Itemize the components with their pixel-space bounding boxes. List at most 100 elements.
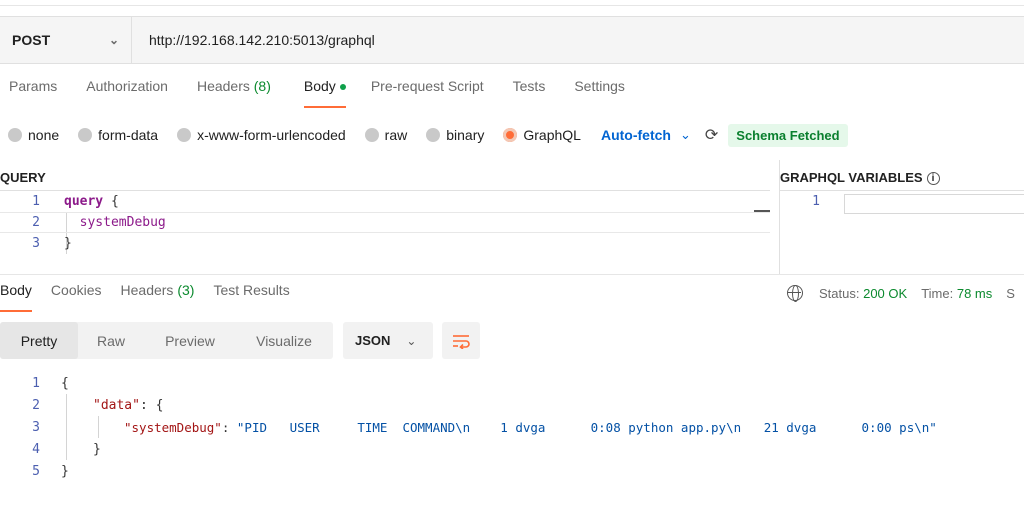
response-line: 5 }	[0, 460, 1024, 482]
section-divider	[0, 274, 1024, 275]
method-select[interactable]: POST ⌄	[0, 17, 132, 63]
radio-label: x-www-form-urlencoded	[197, 127, 346, 143]
radio-circle-icon	[78, 128, 93, 142]
radio-label: none	[28, 127, 60, 143]
radio-circle-icon	[177, 128, 192, 142]
query-line: 2 systemDebug	[0, 212, 770, 233]
json-brace: }	[61, 463, 69, 479]
url-bar: POST ⌄ http://192.168.142.210:5013/graph…	[0, 16, 1024, 64]
tab-label: Body	[303, 78, 336, 94]
tab-response-headers[interactable]: Headers (3)	[121, 282, 195, 312]
radio-binary[interactable]: binary	[426, 127, 484, 143]
response-line: 1 {	[0, 372, 1024, 394]
tab-tests[interactable]: Tests	[513, 78, 546, 108]
line-number: 2	[32, 215, 40, 230]
radio-x-www-form-urlencoded[interactable]: x-www-form-urlencoded	[177, 127, 346, 143]
body-type-options: none form-data x-www-form-urlencoded raw…	[0, 122, 848, 148]
json-brace: {	[61, 375, 69, 391]
tab-params[interactable]: Params	[9, 78, 57, 108]
tab-label: Tests	[512, 78, 546, 94]
request-tabs: Params Authorization Headers (8) Body Pr…	[0, 78, 625, 108]
size-label: S	[1006, 285, 1015, 301]
info-icon[interactable]: i	[926, 172, 940, 186]
radio-form-data[interactable]: form-data	[78, 127, 158, 143]
method-label: POST	[12, 32, 51, 48]
radio-label: raw	[384, 127, 408, 143]
line-number: 2	[32, 397, 40, 413]
status-value[interactable]: 200 OK	[863, 286, 907, 301]
tab-pre-request-script[interactable]: Pre-request Script	[371, 78, 484, 108]
line-number: 1	[812, 194, 820, 209]
view-visualize[interactable]: Visualize	[236, 322, 332, 359]
refresh-icon[interactable]: ⟳	[705, 125, 718, 145]
json-key: "data"	[93, 397, 140, 413]
radio-raw[interactable]: raw	[364, 127, 408, 143]
query-brace: {	[103, 194, 119, 209]
top-strip	[0, 0, 1024, 6]
tab-body[interactable]: Body	[303, 78, 346, 108]
variables-editor[interactable]: 1	[780, 190, 1024, 274]
view-pretty[interactable]: Pretty	[0, 322, 78, 359]
tab-label: Pre-request Script	[370, 78, 484, 94]
radio-circle-icon	[364, 128, 379, 142]
url-input[interactable]: http://192.168.142.210:5013/graphql	[132, 32, 375, 48]
wrap-lines-button[interactable]	[442, 322, 480, 359]
headers-count: (3)	[177, 282, 195, 298]
tab-label: Authorization	[86, 78, 168, 94]
line-number: 1	[32, 194, 40, 209]
response-tabs: Body Cookies Headers (3) Test Results	[0, 282, 290, 312]
query-brace: }	[64, 236, 72, 251]
query-field: systemDebug	[64, 215, 166, 230]
radio-graphql[interactable]: GraphQL	[503, 127, 581, 143]
line-number: 4	[32, 441, 40, 457]
json-brace: }	[93, 441, 101, 457]
line-number: 3	[32, 419, 40, 435]
line-number: 5	[32, 463, 40, 479]
line-number: 1	[32, 375, 40, 391]
radio-label: GraphQL	[523, 127, 581, 143]
tab-label: Params	[9, 78, 58, 94]
radio-circle-icon	[426, 128, 441, 142]
radio-label: binary	[446, 127, 485, 143]
globe-icon[interactable]	[787, 285, 803, 302]
query-editor[interactable]: 1 query { 2 systemDebug 3 }	[0, 190, 770, 274]
tab-label: Headers	[120, 282, 174, 298]
collapse-handle-icon[interactable]	[754, 210, 770, 212]
format-select[interactable]: JSON ⌄	[343, 322, 433, 359]
tab-label: Settings	[574, 78, 625, 94]
response-line: 2 "data": {	[0, 394, 1024, 416]
tab-label: Headers	[196, 78, 250, 94]
chevron-down-icon: ⌄	[406, 333, 417, 348]
json-punct: : {	[139, 397, 164, 413]
auto-fetch-button[interactable]: Auto-fetch	[601, 127, 671, 143]
schema-status-badge: Schema Fetched	[728, 123, 848, 147]
query-line: 1 query {	[0, 191, 770, 212]
format-label: JSON	[355, 333, 391, 348]
tab-headers[interactable]: Headers (8)	[197, 78, 271, 108]
chevron-down-icon[interactable]: ⌄	[680, 127, 691, 143]
radio-label: form-data	[98, 127, 159, 143]
status-label: Status:	[819, 285, 860, 301]
chevron-down-icon: ⌄	[108, 33, 119, 47]
variables-label: GRAPHQL VARIABLES i	[780, 170, 940, 186]
tab-label: Body	[0, 282, 32, 298]
radio-selected-icon	[503, 128, 518, 142]
response-body[interactable]: 1 { 2 "data": { 3 "systemDebug": "PID US…	[0, 372, 1024, 482]
json-key: "systemDebug"	[124, 419, 222, 435]
variables-input[interactable]	[844, 194, 1024, 214]
tab-authorization[interactable]: Authorization	[86, 78, 168, 108]
view-mode-selector: Pretty Raw Preview Visualize	[0, 322, 333, 359]
tab-settings[interactable]: Settings	[574, 78, 625, 108]
tab-test-results[interactable]: Test Results	[213, 282, 289, 312]
json-punct: :	[221, 419, 237, 435]
radio-none[interactable]: none	[8, 127, 59, 143]
view-raw[interactable]: Raw	[78, 322, 144, 359]
view-preview[interactable]: Preview	[144, 322, 236, 359]
query-keyword: query	[64, 194, 104, 209]
tab-response-body[interactable]: Body	[0, 282, 32, 312]
time-value[interactable]: 78 ms	[957, 286, 992, 301]
tab-cookies[interactable]: Cookies	[51, 282, 102, 312]
query-label: QUERY	[0, 170, 46, 185]
json-string-value: "PID USER TIME COMMAND\n 1 dvga 0:08 pyt…	[236, 419, 937, 435]
tab-label: Test Results	[213, 282, 290, 298]
